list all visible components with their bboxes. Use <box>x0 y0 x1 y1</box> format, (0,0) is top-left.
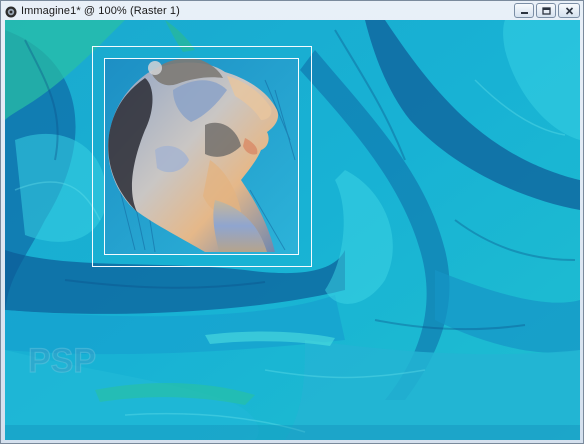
psp-document-icon[interactable] <box>5 5 17 17</box>
watermark-text: PSP <box>28 342 96 380</box>
window-title: Immagine1* @ 100% (Raster 1) <box>21 4 180 17</box>
window-controls <box>514 3 580 18</box>
close-icon <box>565 6 573 15</box>
minimize-button[interactable] <box>514 3 534 18</box>
image-canvas[interactable]: PSP <box>5 20 580 440</box>
psp-watermark-art: PSP <box>27 341 96 380</box>
maximize-icon <box>541 6 551 15</box>
title-bar[interactable]: Immagine1* @ 100% (Raster 1) <box>1 1 583 20</box>
document-window: Immagine1* @ 100% (Raster 1) PSP <box>0 0 584 444</box>
psp-watermark: PSP <box>27 338 101 387</box>
maximize-button[interactable] <box>536 3 556 18</box>
minimize-icon <box>520 11 528 14</box>
close-button[interactable] <box>558 3 580 18</box>
